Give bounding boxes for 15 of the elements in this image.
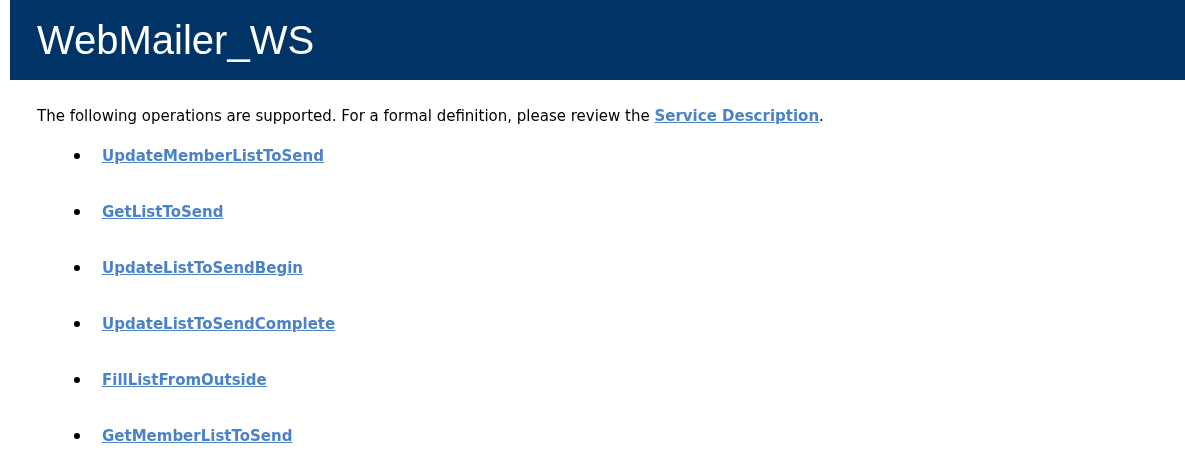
bullet-icon	[74, 377, 80, 383]
bullet-icon	[74, 265, 80, 271]
operation-link[interactable]: UpdateListToSendComplete	[102, 315, 336, 333]
operation-link[interactable]: UpdateMemberListToSend	[102, 147, 324, 165]
page-title: WebMailer_WS	[37, 17, 315, 63]
bullet-icon	[74, 153, 80, 159]
intro-text: The following operations are supported. For a formal definition, please review the Service Description.	[37, 107, 825, 125]
operation-link[interactable]: FillListFromOutside	[102, 371, 267, 389]
operation-link[interactable]: GetMemberListToSend	[102, 427, 293, 445]
operation-link[interactable]: UpdateListToSendBegin	[102, 259, 304, 277]
operation-link[interactable]: GetListToSend	[102, 203, 224, 221]
bullet-icon	[74, 433, 80, 439]
bullet-icon	[74, 209, 80, 215]
bullet-icon	[74, 321, 80, 327]
service-description-link[interactable]: Service Description	[654, 107, 820, 125]
